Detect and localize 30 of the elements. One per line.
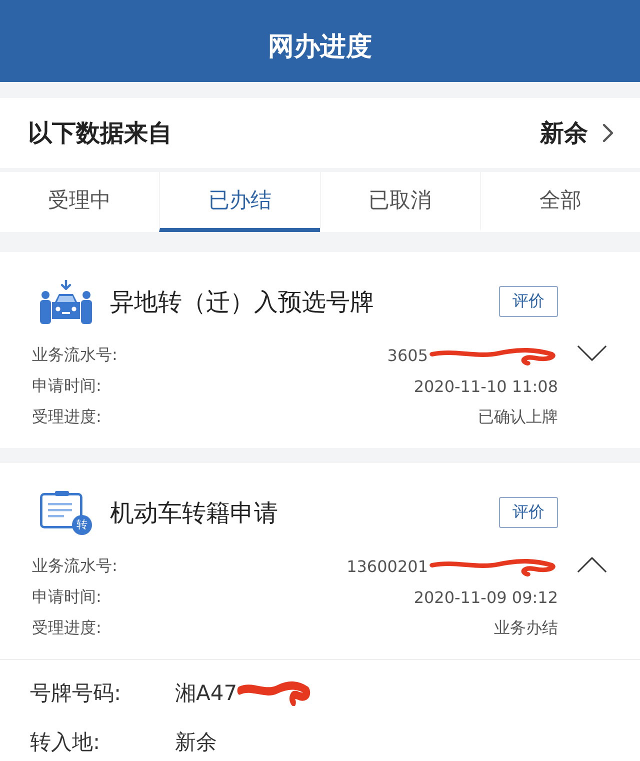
field-label: 受理进度: [32,618,102,639]
application-title: 机动车转籍申请 [110,498,279,528]
field-value: 3605 [387,346,428,365]
chevron-up-icon[interactable] [577,556,607,573]
field-label: 业务流水号: [32,345,118,366]
field-value: 2020-11-09 09:12 [414,588,558,607]
rate-button[interactable]: 评价 [499,497,558,528]
detail-label: 号牌号码: [30,680,122,706]
source-row[interactable]: 以下数据来自 新余 [0,98,640,168]
field-label: 业务流水号: [32,556,118,577]
field-value: 2020-11-10 11:08 [414,377,558,396]
field-label: 申请时间: [32,587,102,608]
detail-label: 转入地: [30,728,102,756]
transfer-badge: 转 [72,514,92,534]
field-value: 业务办结 [494,618,558,639]
chevron-right-icon[interactable] [602,123,614,143]
people-car-icon [40,280,92,324]
field-value: 13600201 [346,557,428,576]
field-value: 已确认上牌 [478,407,558,428]
application-title: 异地转（迁）入预选号牌 [110,286,375,318]
detail-value: 新余 [175,728,217,756]
chevron-down-icon[interactable] [577,345,607,362]
source-label: 以下数据来自 [28,118,172,149]
field-label: 受理进度: [32,407,102,428]
field-label: 申请时间: [32,376,102,397]
page-title: 网办进度 [268,31,372,64]
tab[interactable]: 已办结 [159,172,320,232]
detail-value: 湘A47 [175,680,238,706]
source-value: 新余 [540,118,588,149]
rate-button[interactable]: 评价 [499,286,558,317]
